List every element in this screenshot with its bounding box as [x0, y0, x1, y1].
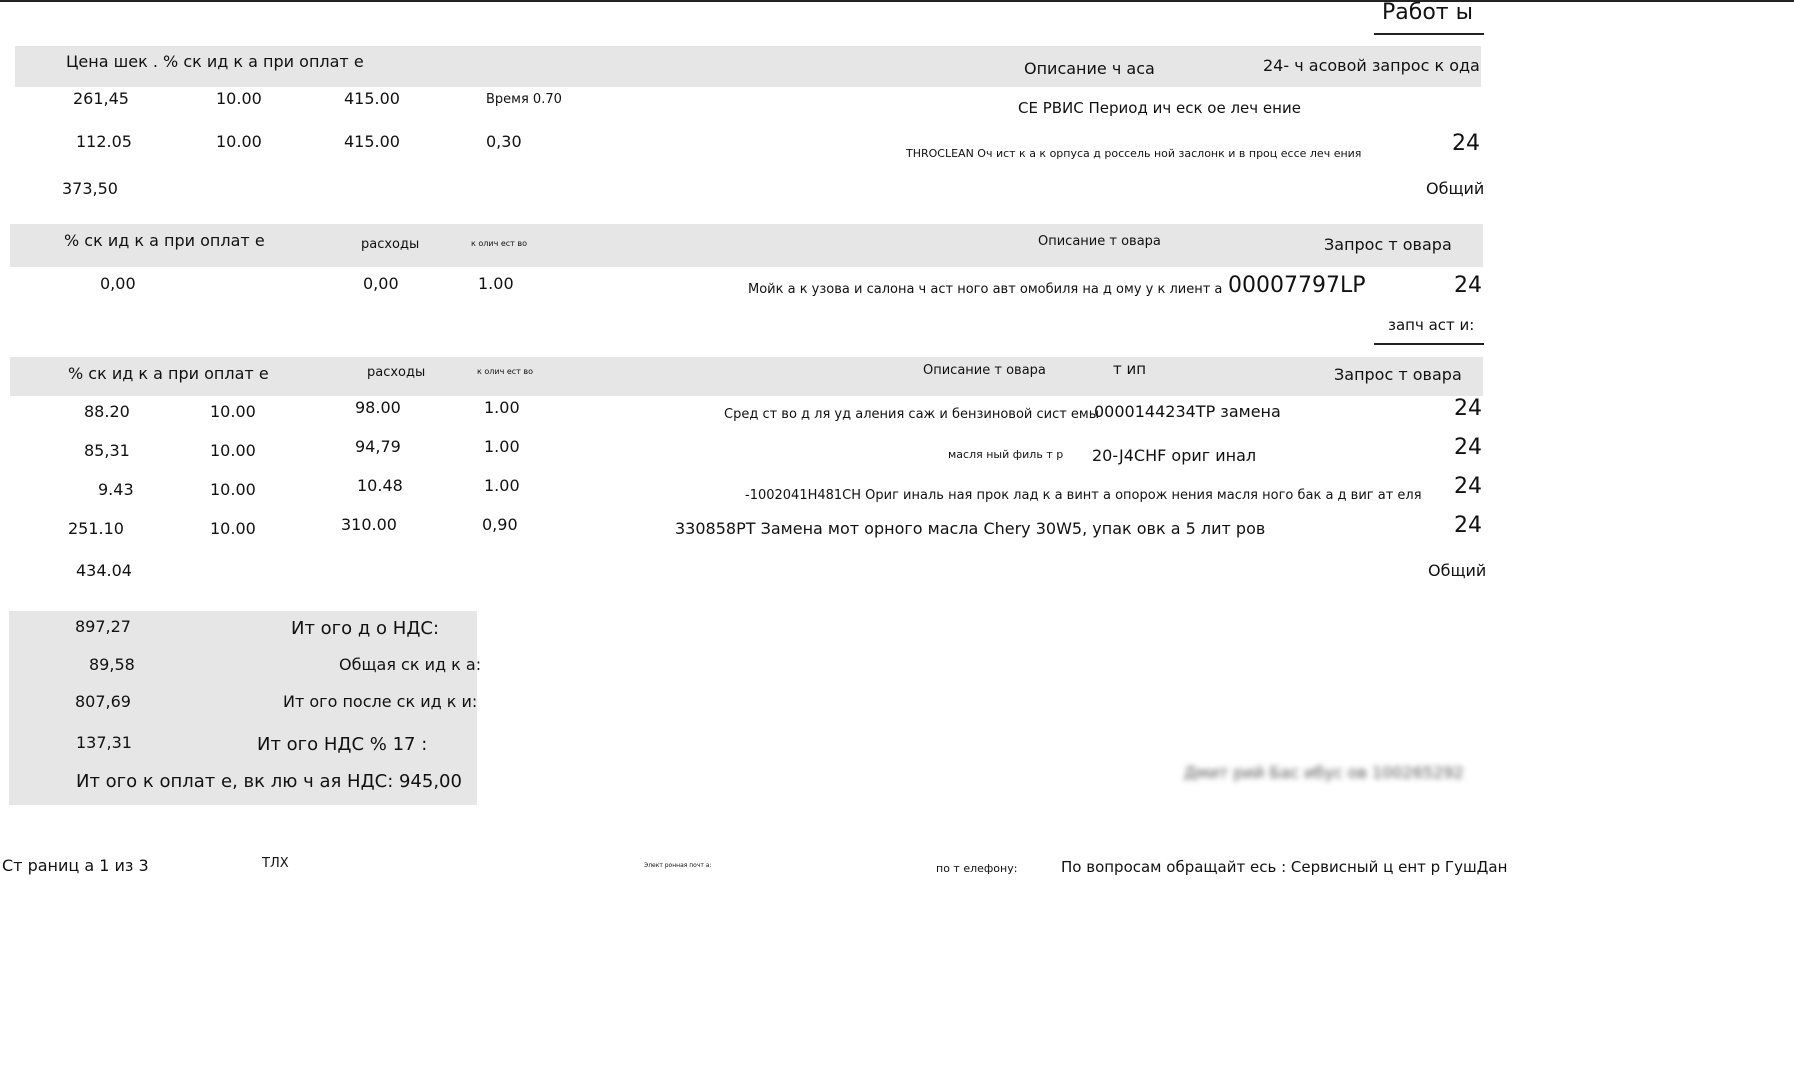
parts-title: запч аст и: [1388, 316, 1475, 334]
parts-header-discount: % ск ид к а при оплат е [68, 364, 269, 383]
parts-row-2-description: масля ный филь т р [948, 448, 1064, 461]
parts-header-type: т ип [1113, 360, 1147, 378]
parts-header-expenses: расходы [367, 365, 426, 380]
parts-row-2-code: 24 [1454, 435, 1482, 460]
footer-phone-label: по т елефону: [936, 862, 1018, 875]
parts-total-label: Общий [1428, 561, 1487, 580]
summary-subtotal-label: Ит ого д о НДС: [291, 618, 440, 639]
goods-row-1-code: 24 [1454, 273, 1482, 298]
goods-header-quantity: к олич ест во [471, 239, 527, 248]
parts-row-1-description: Сред ст во д ля уд аления саж и бензинов… [724, 407, 1100, 422]
goods-row-1-expenses: 0,00 [363, 274, 399, 293]
works-header-price-discount: Цена шек . % ск ид к а при оплат е [66, 52, 364, 71]
summary-vat-value: 137,31 [76, 733, 132, 752]
works-row-1-description: СЕ РВИС Период ич еск ое леч ение [1018, 99, 1301, 117]
works-row-2-rate: 415.00 [344, 132, 400, 151]
summary-grand-total: Ит ого к оплат е, вк лю ч ая НДС: 945,00 [76, 771, 462, 792]
works-row-1-price: 261,45 [73, 89, 129, 108]
works-title: Работ ы [1382, 0, 1473, 25]
summary-vat-label: Ит ого НДС % 17 : [257, 734, 428, 755]
parts-row-3-discount: 10.00 [210, 480, 256, 499]
works-row-2-description: THROCLEAN Оч ист к а к орпуса д россель … [906, 147, 1362, 160]
parts-row-4-description: 330858PT Замена мот орного масла Chery 3… [675, 519, 1266, 538]
parts-row-1-quantity: 1.00 [484, 398, 520, 417]
parts-row-4-quantity: 0,90 [482, 515, 518, 534]
works-row-1-rate: 415.00 [344, 89, 400, 108]
parts-row-3-sum: 9.43 [98, 480, 134, 499]
footer-page-number: Ст раниц а 1 из 3 [2, 856, 149, 875]
parts-row-1-type: 0000144234TP замена [1094, 402, 1281, 421]
top-border [0, 0, 1794, 2]
parts-total-value: 434.04 [76, 561, 132, 580]
goods-row-1-quantity: 1.00 [478, 274, 514, 293]
parts-header-description: Описание т овара [923, 363, 1046, 378]
works-row-2-price: 112.05 [76, 132, 132, 151]
works-row-2-time: 0,30 [486, 132, 522, 151]
footer-contact: По вопросам обращайт есь : Сервисный ц е… [1061, 858, 1508, 876]
parts-row-2-type: 20-J4CHF ориг инал [1092, 446, 1257, 465]
parts-row-2-quantity: 1.00 [484, 437, 520, 456]
parts-row-3-code: 24 [1454, 474, 1482, 499]
works-header-description: Описание ч аса [1024, 59, 1155, 78]
parts-row-3-quantity: 1.00 [484, 476, 520, 495]
parts-row-1-sum: 88.20 [84, 402, 130, 421]
parts-row-1-discount: 10.00 [210, 402, 256, 421]
summary-subtotal-value: 897,27 [75, 617, 131, 636]
parts-row-4-discount: 10.00 [210, 519, 256, 538]
summary-after-discount-label: Ит ого после ск ид к и: [283, 692, 478, 711]
goods-header-request: Запрос т овара [1324, 235, 1452, 254]
works-row-1-time: Время 0.70 [486, 92, 562, 107]
parts-row-2-sum: 85,31 [84, 441, 130, 460]
parts-row-2-discount: 10.00 [210, 441, 256, 460]
parts-title-underline [1374, 343, 1484, 345]
parts-row-3-description: -1002041H481CH Ориг иналь ная прок лад к… [745, 488, 1422, 503]
parts-row-3-price: 10.48 [357, 476, 403, 495]
parts-row-4-sum: 251.10 [68, 519, 124, 538]
goods-header-expenses: расходы [361, 237, 420, 252]
works-header-request: 24- ч асовой запрос к ода [1263, 56, 1480, 75]
parts-row-4-price: 310.00 [341, 515, 397, 534]
goods-row-1-article: 00007797LP [1228, 273, 1366, 298]
works-total-value: 373,50 [62, 179, 118, 198]
signature-name: Дмит рий Бас ибус ов 100265292 [1184, 763, 1464, 782]
goods-header-description: Описание т овара [1038, 234, 1161, 249]
summary-discount-value: 89,58 [89, 655, 135, 674]
works-title-underline [1374, 33, 1484, 35]
goods-header-discount: % ск ид к а при оплат е [64, 231, 265, 250]
footer-email-label: Элект ронная почт а: [644, 862, 712, 869]
parts-row-1-code: 24 [1454, 396, 1482, 421]
goods-row-1-description: Мойк а к узова и салона ч аст ного авт о… [748, 282, 1223, 297]
summary-discount-label: Общая ск ид к а: [339, 655, 482, 674]
works-row-2-code: 24 [1452, 131, 1480, 156]
parts-header-quantity: к олич ест во [477, 367, 533, 376]
works-total-label: Общий [1426, 179, 1485, 198]
goods-row-1-discount: 0,00 [100, 274, 136, 293]
works-row-1-discount: 10.00 [216, 89, 262, 108]
parts-row-2-price: 94,79 [355, 437, 401, 456]
parts-header-request: Запрос т овара [1334, 365, 1462, 384]
summary-after-discount-value: 807,69 [75, 692, 131, 711]
parts-row-1-price: 98.00 [355, 398, 401, 417]
parts-row-4-code: 24 [1454, 513, 1482, 538]
footer-tlx: ТЛХ [262, 856, 289, 871]
works-row-2-discount: 10.00 [216, 132, 262, 151]
